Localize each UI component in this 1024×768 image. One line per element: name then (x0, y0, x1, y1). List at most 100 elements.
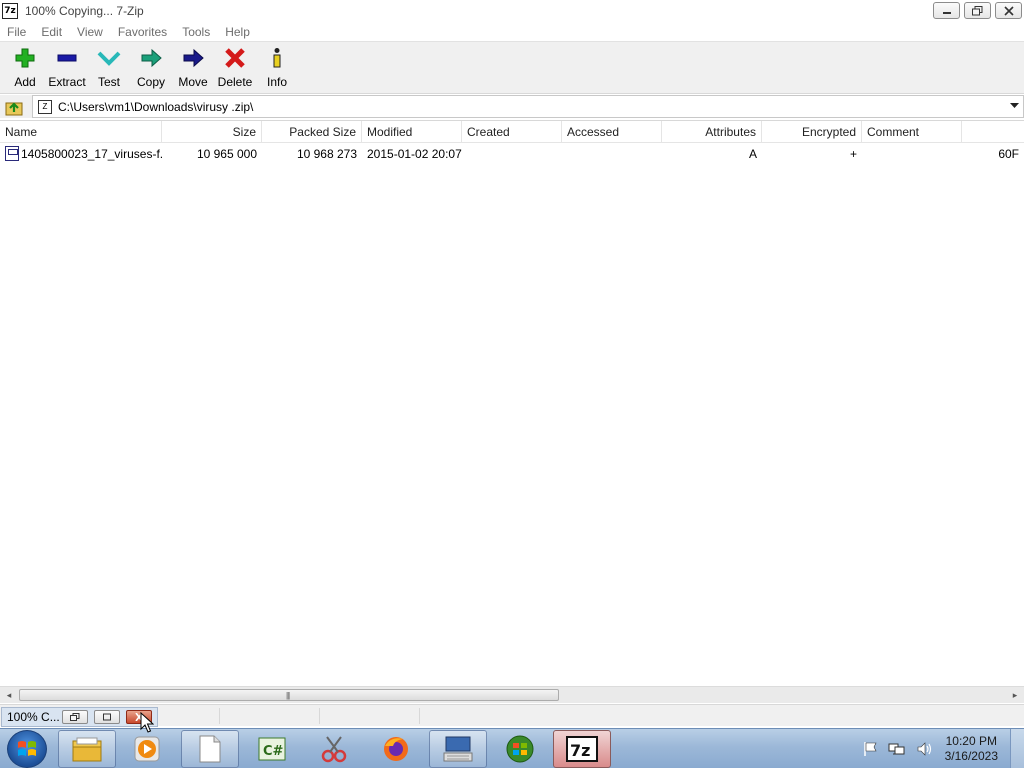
cell-created (462, 144, 562, 164)
taskbar-7zip[interactable]: 7z (553, 730, 611, 768)
window-title: 100% Copying... 7-Zip (25, 4, 144, 18)
maximize-icon (103, 713, 111, 721)
extract-button[interactable]: Extract (46, 42, 88, 90)
menu-file[interactable]: File (0, 25, 34, 39)
grip-icon: ||| (286, 691, 290, 700)
windows-update-icon (506, 735, 534, 763)
copy-arrow-icon (141, 48, 162, 68)
address-path: C:\Users\vm1\Downloads\virusy .zip\ (58, 99, 254, 114)
taskbar-csharp[interactable]: C# (243, 730, 301, 768)
column-accessed[interactable]: Accessed (562, 121, 662, 143)
folder-up-icon (5, 101, 23, 115)
check-icon (97, 51, 121, 66)
show-desktop-button[interactable] (1010, 729, 1024, 768)
minus-icon (57, 54, 77, 62)
taskbar-media-player[interactable] (118, 730, 176, 768)
scroll-left-arrow-icon[interactable]: ◂ (4, 690, 14, 700)
taskbar-keyboard-monitor[interactable] (429, 730, 487, 768)
file-explorer-icon (72, 737, 102, 762)
info-button[interactable]: Info (256, 42, 298, 90)
file-name: 1405800023_17_viruses-f... (21, 147, 162, 161)
close-icon (1003, 5, 1014, 16)
chevron-down-icon (1009, 103, 1019, 108)
move-arrow-icon (183, 48, 204, 68)
file-icon (5, 146, 19, 161)
7zip-icon: 7z (566, 736, 598, 762)
menu-tools[interactable]: Tools (175, 25, 218, 39)
minimize-button[interactable] (933, 2, 960, 19)
file-list[interactable]: Name Size Packed Size Modified Created A… (0, 120, 1024, 688)
add-label: Add (14, 75, 36, 89)
network-icon[interactable] (888, 741, 906, 757)
move-button[interactable]: Move (172, 42, 214, 90)
cell-packed-size: 10 968 273 (296, 147, 357, 161)
restore-icon (971, 5, 982, 15)
cell-modified: 2015-01-02 20:07 (367, 147, 462, 161)
menu-bar: File Edit View Favorites Tools Help (0, 22, 1024, 42)
table-row[interactable]: 1405800023_17_viruses-f... 10 965 000 10… (0, 144, 1024, 164)
taskbar-firefox[interactable] (367, 730, 425, 768)
clock[interactable]: 10:20 PM 3/16/2023 (945, 734, 998, 764)
scrollbar-thumb[interactable]: ||| (19, 689, 559, 701)
toolbar: Add Extract Test Copy Move Delete Info (0, 42, 1024, 94)
svg-text:C#: C# (263, 744, 284, 759)
taskbar-windows-update[interactable] (491, 730, 549, 768)
menu-help[interactable]: Help (218, 25, 258, 39)
media-player-icon (134, 736, 160, 762)
volume-icon[interactable] (916, 741, 934, 757)
title-bar: 7z 100% Copying... 7-Zip (0, 0, 1024, 22)
minimize-icon (942, 11, 951, 14)
column-comment[interactable]: Comment (862, 121, 962, 143)
column-name[interactable]: Name (0, 121, 162, 143)
cell-size: 10 965 000 (196, 147, 257, 161)
column-created[interactable]: Created (462, 121, 562, 143)
status-divider (419, 708, 420, 724)
scroll-right-arrow-icon[interactable]: ▸ (1010, 690, 1020, 700)
minimized-progress-window[interactable]: 100% C... (1, 707, 158, 727)
restore-icon (70, 713, 80, 721)
taskbar-file-explorer[interactable] (58, 730, 116, 768)
firefox-icon (384, 737, 408, 761)
status-divider (219, 708, 220, 724)
blank-document-icon (199, 735, 221, 763)
horizontal-scrollbar[interactable]: ◂ ||| ▸ (0, 686, 1024, 703)
copy-button[interactable]: Copy (130, 42, 172, 90)
system-tray (862, 729, 934, 768)
progress-restore-button[interactable] (62, 710, 88, 724)
taskbar-blank-document[interactable] (181, 730, 239, 768)
test-button[interactable]: Test (88, 42, 130, 90)
action-center-flag-icon[interactable] (862, 741, 878, 757)
cell-attributes: A (748, 147, 757, 161)
info-icon (273, 48, 281, 68)
column-extra[interactable] (962, 121, 1024, 143)
delete-button[interactable]: Delete (214, 42, 256, 90)
status-divider (319, 708, 320, 724)
restore-button[interactable] (964, 2, 991, 19)
cell-accessed (562, 144, 662, 164)
menu-edit[interactable]: Edit (34, 25, 70, 39)
test-label: Test (97, 75, 120, 89)
address-input[interactable]: Z C:\Users\vm1\Downloads\virusy .zip\ (32, 95, 1024, 118)
cell-name: 1405800023_17_viruses-f... (0, 144, 162, 164)
column-size[interactable]: Size (162, 121, 262, 143)
column-encrypted[interactable]: Encrypted (762, 121, 862, 143)
column-packed-size[interactable]: Packed Size (262, 121, 362, 143)
column-headers: Name Size Packed Size Modified Created A… (0, 121, 1024, 143)
progress-maximize-button[interactable] (94, 710, 120, 724)
close-button[interactable] (995, 2, 1022, 19)
up-folder-button[interactable] (3, 96, 25, 118)
start-button[interactable] (7, 730, 47, 768)
delete-label: Delete (217, 75, 253, 89)
mouse-cursor-icon (140, 712, 154, 733)
column-modified[interactable]: Modified (362, 121, 462, 143)
x-icon (225, 48, 245, 68)
address-dropdown-button[interactable] (1007, 99, 1021, 113)
taskbar-snipping-tool[interactable] (305, 730, 363, 768)
info-label: Info (266, 75, 287, 89)
menu-view[interactable]: View (70, 25, 111, 39)
menu-favorites[interactable]: Favorites (111, 25, 175, 39)
column-attributes[interactable]: Attributes (662, 121, 762, 143)
add-button[interactable]: Add (4, 42, 46, 90)
7zip-app-icon[interactable]: 7z (2, 3, 18, 19)
copy-label: Copy (136, 75, 165, 89)
